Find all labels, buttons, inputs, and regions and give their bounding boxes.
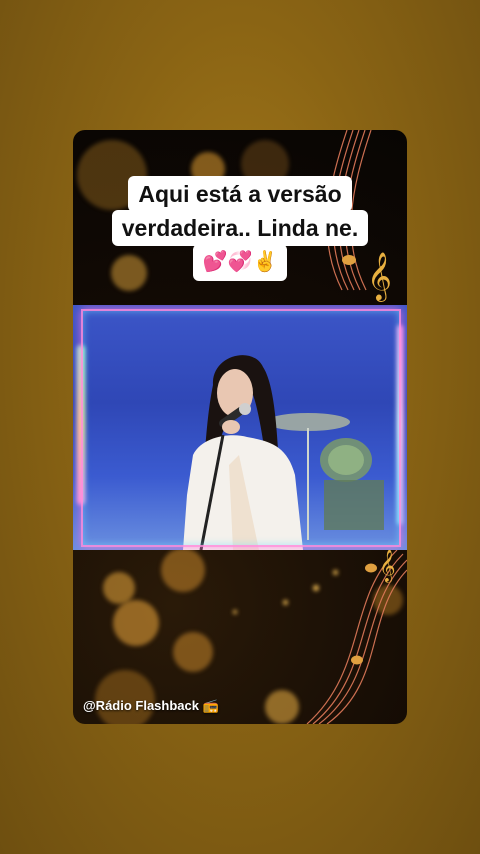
bokeh-light [233, 610, 237, 614]
bokeh-light [173, 632, 213, 672]
bokeh-light [113, 600, 159, 646]
video-frame[interactable] [73, 305, 407, 550]
bokeh-light [161, 548, 205, 592]
treble-clef-icon: 𝄞 [379, 549, 396, 583]
account-handle[interactable]: @Rádio Flashback 📻 [83, 698, 219, 714]
bokeh-light [103, 572, 135, 604]
neon-frame [81, 309, 401, 547]
bokeh-light [95, 670, 155, 724]
caption-emoji: 💕💞✌️ [192, 244, 288, 281]
caption-line-2: verdadeira.. Linda ne. [111, 210, 369, 246]
caption-line-1: Aqui está a versão [128, 176, 352, 212]
story-card: 𝄞 𝄞 Aqui está a versão verdadeira.. Lind… [73, 130, 407, 724]
story-caption: Aqui está a versão verdadeira.. Linda ne… [73, 176, 407, 281]
